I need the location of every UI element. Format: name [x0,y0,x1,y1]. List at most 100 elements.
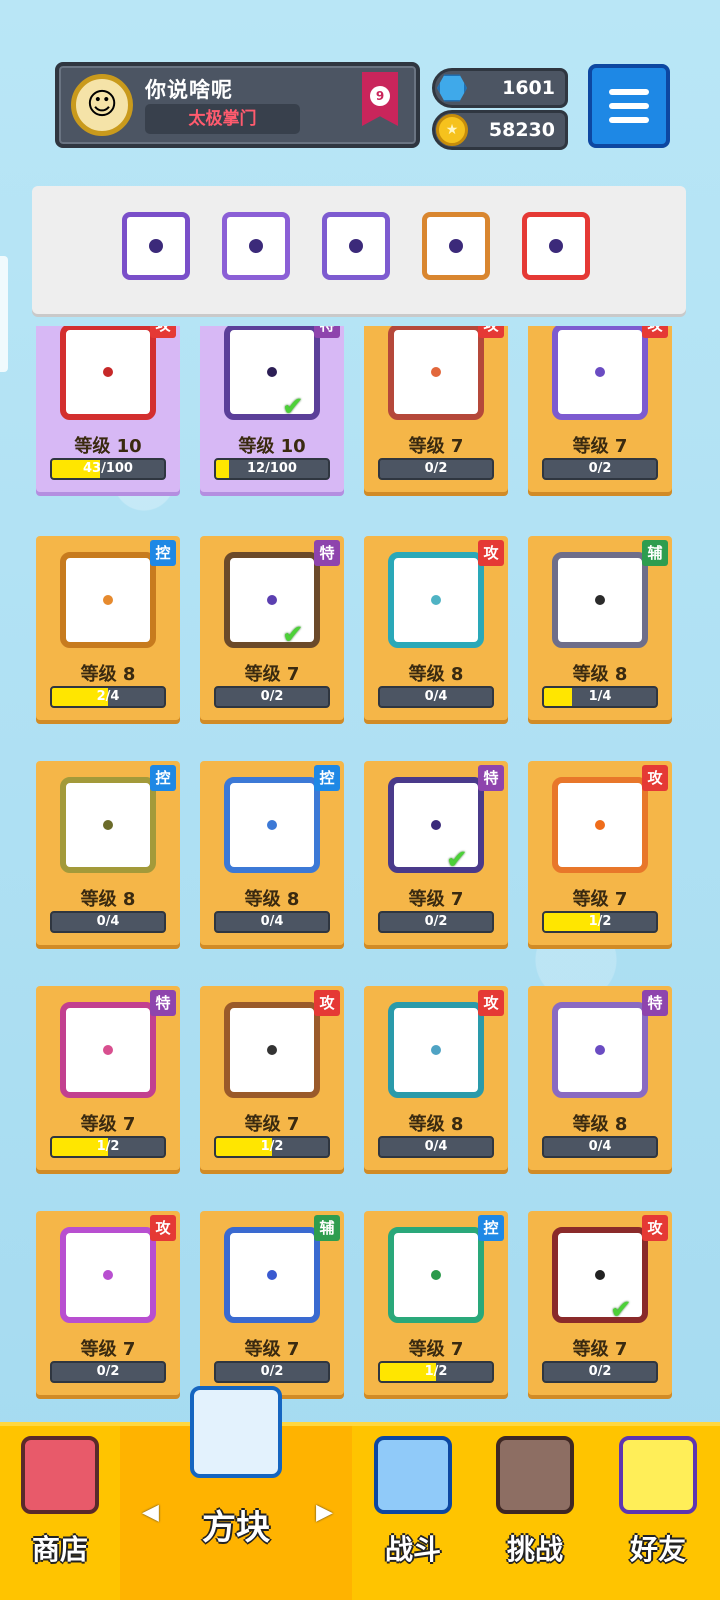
block-card[interactable]: 控等级 8 0/4 [36,761,180,945]
block-card[interactable]: 攻等级 10 43/100 [36,326,180,492]
block-type-badge: 辅 [642,540,668,566]
deck-slot[interactable] [122,212,190,280]
fire-icon [60,326,156,420]
block-core-icon [264,1042,280,1058]
nav-prev-arrow-icon[interactable]: ◀ [142,1500,159,1525]
infinity-icon [449,239,463,253]
player-name: 你说啥呢 [145,78,233,102]
saw-blade-icon [149,239,163,253]
block-core-icon [592,592,608,608]
block-collection-grid: 攻等级 1043/100特等级 1012/100✔攻等级 70/2攻等级 70/… [0,326,720,1422]
block-level: 等级 7 [244,1339,300,1360]
block-card[interactable]: 控等级 8 0/4 [200,761,344,945]
block-core-icon [428,592,444,608]
friend-cube-icon [619,1436,697,1514]
deck-slot[interactable] [422,212,490,280]
block-core-icon [592,1042,608,1058]
progress-text: 0/2 [424,461,448,476]
block-card[interactable]: 攻等级 7 0/2 [364,326,508,492]
target-icon [349,239,363,253]
crack-icon [224,326,320,420]
block-card[interactable]: 控等级 7 1/2 [364,1211,508,1395]
deck-slot[interactable] [322,212,390,280]
upgrade-progress-bar: 0/4 [542,1136,658,1158]
shop-icon [21,1436,99,1514]
upgrade-progress-bar: 0/4 [378,686,494,708]
coin-counter[interactable]: ★ 58230 [432,110,568,150]
block-type-badge: 控 [150,765,176,791]
upgrade-progress-bar: 0/4 [214,911,330,933]
block-core-icon [264,817,280,833]
block-card[interactable]: 辅等级 8 1/4 [528,536,672,720]
block-level: 等级 8 [572,664,628,685]
menu-button[interactable] [588,64,670,148]
progress-text: 0/2 [588,1364,612,1379]
block-card[interactable]: 特等级 8 0/4 [528,986,672,1170]
progress-text: 1/2 [260,1139,284,1154]
sand-icon [60,552,156,648]
upgrade-progress-bar: 2/4 [50,686,166,708]
flame-wheel-icon [552,777,648,873]
block-card[interactable]: 辅等级 7 0/2 [200,1211,344,1395]
block-card[interactable]: 特等级 7 0/2 ✔ [364,761,508,945]
block-card[interactable]: 控等级 8 2/4 [36,536,180,720]
block-core-icon [428,1267,444,1283]
block-card[interactable]: 特等级 7 1/2 [36,986,180,1170]
block-card[interactable]: 特等级 10 12/100 ✔ [200,326,344,492]
deck-slot[interactable] [222,212,290,280]
avatar[interactable]: ☺ [71,74,133,136]
block-level: 等级 8 [408,664,464,685]
upgrade-progress-bar: 43/100 [50,458,166,480]
rank-number: 9 [370,86,390,106]
ice-shard-icon [388,552,484,648]
block-core-icon [428,364,444,380]
block-card[interactable]: 特等级 7 0/2 ✔ [200,536,344,720]
upgrade-progress-bar: 0/2 [378,911,494,933]
player-profile-panel[interactable]: ☺ 你说啥呢 太极掌门 9 [55,62,420,148]
nav-challenge[interactable]: 挑战 [474,1426,596,1600]
block-card[interactable]: 攻等级 7 0/2 [36,1211,180,1395]
upgrade-progress-bar: 1/2 [542,911,658,933]
block-card[interactable]: 攻等级 7 1/2 [528,761,672,945]
gem-counter[interactable]: 1601 [432,68,568,108]
block-card[interactable]: 攻等级 8 0/4 [364,986,508,1170]
nav-shop[interactable]: 商店 [0,1426,120,1600]
nav-next-arrow-icon[interactable]: ▶ [316,1500,333,1525]
block-card[interactable]: 攻等级 7 0/2 ✔ [528,1211,672,1395]
equipped-check-icon: ✔ [446,845,468,875]
progress-text: 2/4 [96,689,120,704]
block-type-badge: 攻 [478,990,504,1016]
progress-text: 0/2 [96,1364,120,1379]
block-card[interactable]: 攻等级 7 1/2 [200,986,344,1170]
block-level: 等级 7 [408,889,464,910]
progress-text: 12/100 [247,461,297,476]
spike-star-icon [388,326,484,420]
block-core-icon [592,817,608,833]
nav-friends[interactable]: 好友 [596,1426,720,1600]
block-type-badge: 特 [150,990,176,1016]
pistol-icon [224,1002,320,1098]
block-type-badge: 特 [314,540,340,566]
signboard-icon [496,1436,574,1514]
upgrade-progress-bar: 0/4 [50,911,166,933]
block-card[interactable]: 攻等级 7 0/2 [528,326,672,492]
upgrade-progress-bar: 0/2 [50,1361,166,1383]
progress-text: 0/4 [588,1139,612,1154]
upgrade-progress-bar: 1/2 [50,1136,166,1158]
block-level: 等级 8 [80,664,136,685]
moon-icon [224,1227,320,1323]
nav-battle[interactable]: 战斗 [352,1426,474,1600]
nav-shop-label: 商店 [31,1533,88,1566]
snowflake-icon [224,777,320,873]
block-level: 等级 8 [244,889,300,910]
gem-icon-wrap [431,67,473,109]
block-core-icon [592,1267,608,1283]
nav-battle-label: 战斗 [384,1533,441,1566]
gem-amount: 1601 [502,77,555,99]
progress-text: 0/4 [424,689,448,704]
black-saw-icon [552,1227,648,1323]
upgrade-progress-bar: 1/2 [378,1361,494,1383]
upgrade-progress-bar: 0/2 [542,458,658,480]
deck-slot[interactable] [522,212,590,280]
block-card[interactable]: 攻等级 8 0/4 [364,536,508,720]
